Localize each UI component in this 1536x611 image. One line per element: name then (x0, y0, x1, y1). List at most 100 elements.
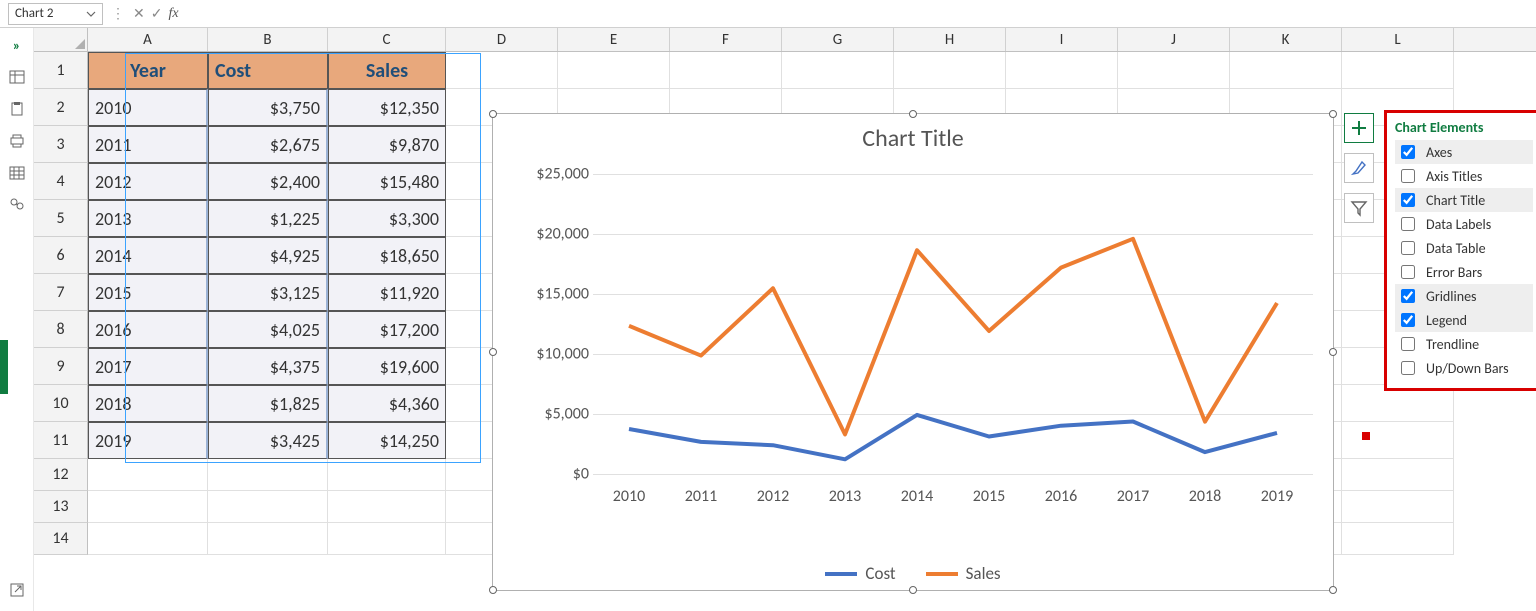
legend-item[interactable]: Cost (825, 563, 895, 584)
flyout-checkbox[interactable] (1401, 265, 1415, 279)
flyout-checkbox[interactable] (1401, 289, 1415, 303)
row-header[interactable]: 14 (34, 523, 88, 555)
row-header[interactable]: 13 (34, 491, 88, 523)
cell[interactable]: $19,600 (328, 348, 446, 385)
row-header[interactable]: 5 (34, 200, 88, 237)
expand-pane-icon[interactable]: » (8, 36, 26, 54)
column-header[interactable]: E (558, 28, 670, 51)
flyout-checkbox[interactable] (1401, 193, 1415, 207)
resize-handle[interactable] (1329, 586, 1337, 594)
flyout-checkbox[interactable] (1401, 337, 1415, 351)
cell[interactable]: $17,200 (328, 311, 446, 348)
cell[interactable]: $4,360 (328, 385, 446, 422)
row-header[interactable]: 3 (34, 126, 88, 163)
flyout-item[interactable]: Gridlines (1395, 284, 1533, 308)
cell[interactable]: $12,350 (328, 89, 446, 126)
cell[interactable]: $1,825 (208, 385, 328, 422)
resize-handle[interactable] (489, 110, 497, 118)
cell[interactable]: $1,225 (208, 200, 328, 237)
cell[interactable] (88, 523, 208, 555)
flyout-item[interactable]: Error Bars (1395, 260, 1533, 284)
cell[interactable]: 2011 (88, 126, 208, 163)
row-header[interactable]: 9 (34, 348, 88, 385)
cell[interactable] (1230, 52, 1342, 89)
print-icon[interactable] (8, 132, 26, 150)
resize-handle[interactable] (909, 110, 917, 118)
cell[interactable]: $2,400 (208, 163, 328, 200)
cell[interactable]: $4,375 (208, 348, 328, 385)
flyout-checkbox[interactable] (1401, 169, 1415, 183)
cell[interactable]: $4,025 (208, 311, 328, 348)
flyout-item[interactable]: Legend (1395, 308, 1533, 332)
enter-icon[interactable]: ✓ (151, 5, 163, 22)
cell[interactable]: 2017 (88, 348, 208, 385)
cell[interactable]: $3,750 (208, 89, 328, 126)
cell[interactable]: 2018 (88, 385, 208, 422)
row-header[interactable]: 1 (34, 52, 88, 89)
row-header[interactable]: 4 (34, 163, 88, 200)
flyout-checkbox[interactable] (1401, 241, 1415, 255)
cell[interactable] (88, 459, 208, 491)
flyout-item[interactable]: Axis Titles (1395, 164, 1533, 188)
flyout-checkbox[interactable] (1401, 361, 1415, 375)
spreadsheet-grid[interactable]: ABCDEFGHIJKL 1YearCostSales22010$3,750$1… (34, 28, 1536, 611)
chart-styles-button[interactable] (1344, 153, 1374, 183)
row-header[interactable]: 6 (34, 237, 88, 274)
cell[interactable]: 2010 (88, 89, 208, 126)
flyout-item[interactable]: Data Table (1395, 236, 1533, 260)
chart-title[interactable]: Chart Title (493, 114, 1333, 159)
flyout-item[interactable]: Axes (1395, 140, 1533, 164)
cell[interactable]: 2014 (88, 237, 208, 274)
select-all-corner[interactable] (34, 28, 88, 51)
paste-icon[interactable] (8, 100, 26, 118)
flyout-checkbox[interactable] (1401, 217, 1415, 231)
cell[interactable] (208, 491, 328, 523)
cell[interactable]: Cost (208, 52, 328, 89)
cell[interactable] (328, 459, 446, 491)
column-header[interactable]: G (782, 28, 894, 51)
row-header[interactable]: 10 (34, 385, 88, 422)
row-header[interactable]: 2 (34, 89, 88, 126)
name-box[interactable]: Chart 2 (8, 3, 103, 25)
row-header[interactable]: 11 (34, 422, 88, 459)
popout-icon[interactable] (8, 581, 26, 599)
table-icon[interactable] (8, 164, 26, 182)
cell[interactable] (1342, 523, 1454, 555)
cell[interactable] (670, 52, 782, 89)
cell[interactable]: $3,125 (208, 274, 328, 311)
resize-handle[interactable] (909, 586, 917, 594)
flyout-checkbox[interactable] (1401, 313, 1415, 327)
resize-handle[interactable] (489, 586, 497, 594)
row-header[interactable]: 8 (34, 311, 88, 348)
flyout-item[interactable]: Up/Down Bars (1395, 356, 1533, 380)
column-header[interactable]: B (208, 28, 328, 51)
cell[interactable] (208, 523, 328, 555)
column-header[interactable]: K (1230, 28, 1342, 51)
cell[interactable] (558, 52, 670, 89)
cell[interactable] (1342, 491, 1454, 523)
cell[interactable] (782, 52, 894, 89)
formula-input[interactable] (187, 4, 1528, 24)
cell[interactable] (1006, 52, 1118, 89)
cell[interactable]: $3,425 (208, 422, 328, 459)
flyout-item[interactable]: Trendline (1395, 332, 1533, 356)
column-header[interactable]: L (1342, 28, 1454, 51)
cell[interactable]: Year (88, 52, 208, 89)
sheet-icon[interactable] (8, 68, 26, 86)
resize-handle[interactable] (1329, 348, 1337, 356)
chart-filters-button[interactable] (1344, 193, 1374, 223)
cell[interactable] (208, 459, 328, 491)
cell[interactable]: $9,870 (328, 126, 446, 163)
cell[interactable] (1342, 422, 1454, 459)
resize-handle[interactable] (1329, 110, 1337, 118)
row-header[interactable]: 7 (34, 274, 88, 311)
cell[interactable]: $4,925 (208, 237, 328, 274)
chart-legend[interactable]: Cost Sales (493, 563, 1333, 584)
column-header[interactable]: I (1006, 28, 1118, 51)
cell[interactable]: 2012 (88, 163, 208, 200)
cell[interactable] (88, 491, 208, 523)
chart-series-line[interactable] (629, 239, 1277, 435)
resize-handle[interactable] (489, 348, 497, 356)
find-icon[interactable] (8, 196, 26, 214)
legend-item[interactable]: Sales (926, 563, 1001, 584)
